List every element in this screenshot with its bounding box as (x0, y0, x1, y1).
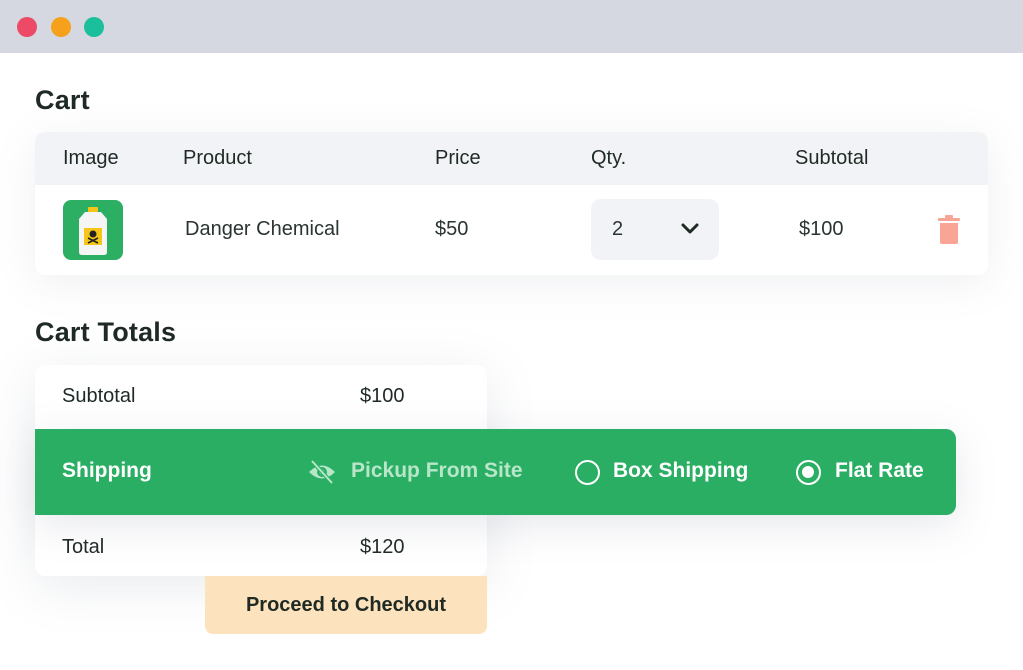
chevron-down-icon (681, 223, 699, 234)
subtotal-value: $100 (360, 385, 405, 407)
column-header-image: Image (63, 147, 119, 169)
row-subtotal: $100 (799, 218, 844, 240)
shipping-options-bar: Shipping Pickup From Site Box Shipping F… (35, 429, 956, 515)
cart-table: Image Product Price Qty. Subtotal Danger… (35, 132, 988, 275)
radio-checked-icon[interactable] (796, 460, 821, 485)
shipping-label: Shipping (62, 459, 152, 482)
total-value: $120 (360, 536, 405, 558)
product-name[interactable]: Danger Chemical (185, 218, 340, 241)
table-row: Danger Chemical $50 2 $100 (35, 185, 988, 275)
radio-unchecked-icon[interactable] (575, 460, 600, 485)
close-window-button[interactable] (17, 17, 37, 37)
cart-table-header: Image Product Price Qty. Subtotal (35, 132, 988, 185)
column-header-qty: Qty. (591, 147, 627, 169)
poison-bottle-icon (79, 207, 107, 255)
maximize-window-button[interactable] (84, 17, 104, 37)
column-header-subtotal: Subtotal (795, 147, 869, 169)
title-bar (0, 0, 1023, 53)
app-window: Cart Image Product Price Qty. Subtotal D… (0, 0, 1023, 670)
total-label: Total (62, 536, 105, 558)
eye-off-icon (309, 459, 335, 485)
proceed-to-checkout-button[interactable]: Proceed to Checkout (205, 576, 487, 634)
trash-icon[interactable] (937, 215, 961, 245)
column-header-price: Price (435, 147, 481, 169)
product-price: $50 (435, 218, 469, 240)
shipping-option-label: Box Shipping (613, 459, 749, 482)
shipping-option-label: Pickup From Site (351, 459, 523, 482)
cart-totals-heading: Cart Totals (35, 317, 177, 347)
minimize-window-button[interactable] (51, 17, 71, 37)
column-header-product: Product (183, 147, 252, 169)
quantity-select[interactable]: 2 (591, 199, 719, 260)
subtotal-label: Subtotal (62, 385, 136, 407)
cart-heading: Cart (35, 85, 90, 115)
shipping-option-pickup[interactable]: Pickup From Site (307, 457, 537, 487)
product-image[interactable] (63, 200, 123, 260)
shipping-option-box-shipping[interactable]: Box Shipping (575, 457, 765, 487)
shipping-option-flat-rate[interactable]: Flat Rate (796, 457, 946, 487)
shipping-option-label: Flat Rate (835, 459, 924, 482)
quantity-value: 2 (612, 218, 624, 240)
